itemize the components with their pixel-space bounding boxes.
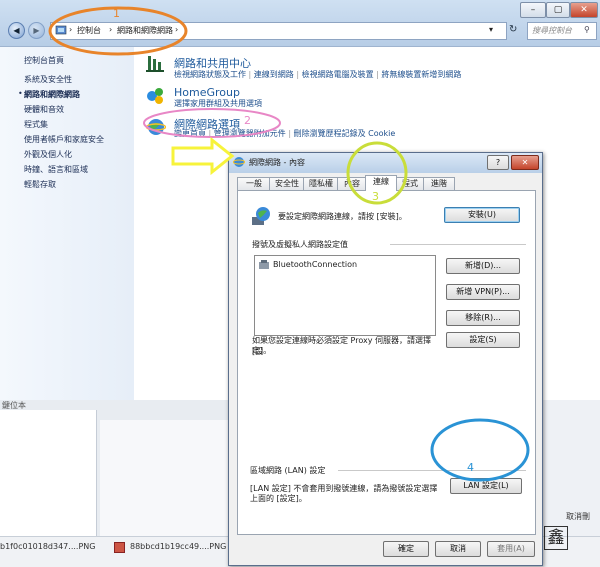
step-number-4: 4 <box>467 461 474 474</box>
step-number-1: 1 <box>113 7 120 20</box>
step-number-3: 3 <box>372 190 379 203</box>
annotation-overlay <box>48 6 530 482</box>
step-number-2: 2 <box>244 114 251 127</box>
step2-ellipse <box>143 108 281 138</box>
step4-ellipse <box>430 418 530 482</box>
tab-connections[interactable]: 連線 <box>365 175 397 191</box>
yellow-arrow-icon <box>171 136 235 176</box>
